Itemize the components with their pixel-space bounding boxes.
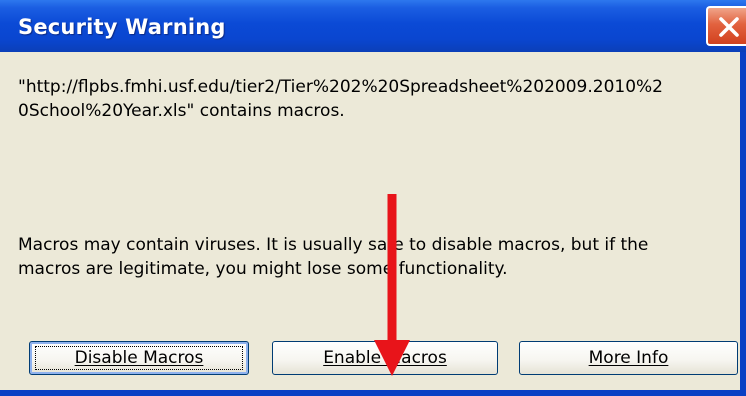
dialog-title: Security Warning xyxy=(18,15,226,39)
title-bar[interactable]: Security Warning xyxy=(0,0,746,52)
security-warning-dialog: Security Warning "http://flpbs.fmhi.usf.… xyxy=(0,0,746,396)
close-button[interactable] xyxy=(706,6,746,46)
red-arrow-icon xyxy=(374,194,410,376)
message-line: "http://flpbs.fmhi.usf.edu/tier2/Tier%20… xyxy=(18,77,663,97)
more-info-button[interactable]: More Info xyxy=(519,341,738,375)
close-icon xyxy=(719,17,739,37)
more-info-label: More Info xyxy=(588,348,669,368)
message-line: 0School%20Year.xls" contains macros. xyxy=(18,101,345,121)
disable-macros-button[interactable]: Disable Macros xyxy=(29,341,249,375)
macro-source-message: "http://flpbs.fmhi.usf.edu/tier2/Tier%20… xyxy=(18,75,734,123)
disable-macros-label: Disable Macros xyxy=(74,348,204,368)
dialog-body: "http://flpbs.fmhi.usf.edu/tier2/Tier%20… xyxy=(0,52,746,396)
